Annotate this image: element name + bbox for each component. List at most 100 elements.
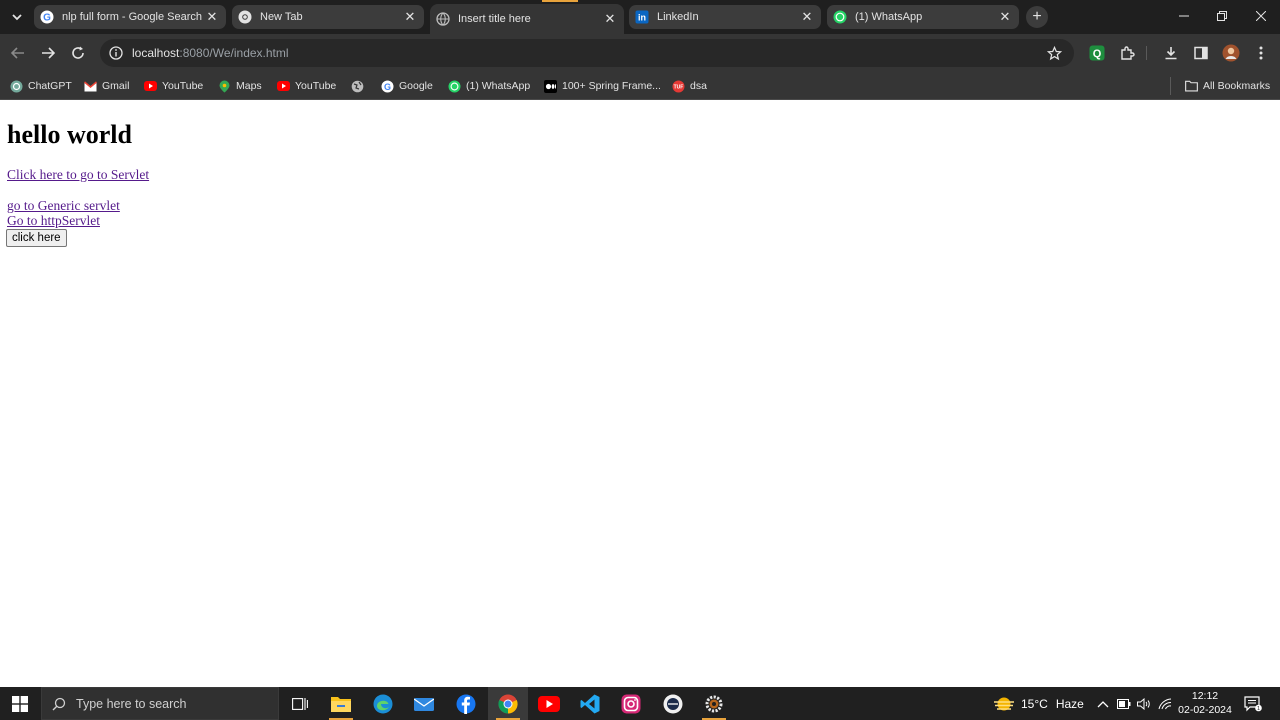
- close-icon[interactable]: ✕: [602, 11, 618, 27]
- url-text: localhost:8080/We/index.html: [132, 46, 289, 60]
- taskbar-chrome[interactable]: [488, 687, 528, 720]
- extensions-puzzle-icon[interactable]: [1117, 43, 1137, 63]
- weather-temp: 15°C: [1021, 696, 1048, 711]
- servlet-link[interactable]: Click here to go to Servlet: [7, 167, 149, 183]
- taskbar-facebook[interactable]: [446, 687, 486, 720]
- weather-widget[interactable]: 15°C Haze: [993, 687, 1084, 720]
- taskbar-mail[interactable]: [404, 687, 444, 720]
- site-info-icon[interactable]: [109, 46, 123, 60]
- facebook-icon: [456, 694, 476, 714]
- browser-toolbar: localhost:8080/We/index.html Q: [0, 34, 1280, 72]
- volume-control[interactable]: [1137, 687, 1151, 720]
- url-host: localhost: [132, 46, 180, 60]
- back-button[interactable]: [7, 42, 29, 64]
- close-icon[interactable]: ✕: [997, 9, 1013, 25]
- tab-insert-title[interactable]: Insert title here ✕: [430, 4, 624, 34]
- bookmark-globe[interactable]: [351, 77, 369, 95]
- tab-new-tab[interactable]: New Tab ✕: [232, 5, 424, 29]
- close-icon[interactable]: ✕: [204, 9, 220, 25]
- show-hidden-icons[interactable]: [1097, 687, 1109, 720]
- bookmark-spring[interactable]: 100+ Spring Frame...: [544, 77, 661, 95]
- svg-text:Q: Q: [1093, 48, 1102, 60]
- globe-icon: [351, 80, 364, 93]
- network-status[interactable]: [1158, 687, 1172, 720]
- menu-kebab-icon[interactable]: [1251, 43, 1271, 63]
- taskbar-instagram[interactable]: [611, 687, 651, 720]
- notification-icon: 1: [1244, 695, 1262, 712]
- profile-avatar[interactable]: [1221, 43, 1241, 63]
- minimize-button[interactable]: [1174, 6, 1194, 26]
- taskbar-vscode[interactable]: [570, 687, 610, 720]
- back-arrow-icon: [11, 47, 24, 59]
- youtube-icon: [538, 695, 560, 712]
- reload-button[interactable]: [67, 42, 89, 64]
- taskbar-file-explorer[interactable]: [321, 687, 361, 720]
- gfg-icon: TUF: [672, 80, 685, 93]
- taskbar-app-round[interactable]: [653, 687, 693, 720]
- google-icon: G: [381, 80, 394, 93]
- battery-status[interactable]: [1117, 687, 1131, 720]
- tab-linkedin[interactable]: in LinkedIn ✕: [629, 5, 821, 29]
- task-view-button[interactable]: [280, 687, 320, 720]
- taskbar-search[interactable]: Type here to search: [41, 687, 279, 720]
- bookmark-maps[interactable]: Maps: [218, 77, 262, 95]
- bookmark-youtube[interactable]: YouTube: [144, 77, 203, 95]
- bookmark-chatgpt[interactable]: ChatGPT: [10, 77, 72, 95]
- system-clock[interactable]: 12:12 02-02-2024: [1172, 689, 1238, 717]
- file-explorer-icon: [331, 696, 351, 712]
- tab-google-search[interactable]: G nlp full form - Google Search ✕: [34, 5, 226, 29]
- svg-text:1: 1: [1257, 706, 1260, 712]
- start-button[interactable]: [0, 687, 40, 720]
- tab-title: New Tab: [260, 11, 303, 23]
- maps-icon: [218, 80, 231, 93]
- instagram-icon: [621, 694, 641, 713]
- tab-title: LinkedIn: [657, 11, 699, 23]
- forward-arrow-icon: [42, 47, 55, 59]
- bookmark-star-icon[interactable]: [1046, 45, 1062, 61]
- side-panel-icon[interactable]: [1191, 43, 1211, 63]
- click-here-button[interactable]: click here: [6, 229, 67, 247]
- bookmark-gmail[interactable]: Gmail: [84, 77, 129, 95]
- bookmark-youtube-2[interactable]: YouTube: [277, 77, 336, 95]
- task-view-icon: [292, 697, 308, 710]
- chevron-up-icon: [1097, 700, 1109, 707]
- bookmark-label: ChatGPT: [28, 80, 72, 92]
- close-icon[interactable]: ✕: [402, 9, 418, 25]
- battery-icon: [1117, 698, 1131, 709]
- wifi-icon: [1158, 698, 1172, 709]
- generic-servlet-link[interactable]: go to Generic servlet: [7, 198, 120, 214]
- close-icon[interactable]: ✕: [799, 9, 815, 25]
- all-bookmarks[interactable]: All Bookmarks: [1185, 77, 1270, 95]
- medium-icon: [544, 79, 557, 93]
- address-bar[interactable]: localhost:8080/We/index.html: [100, 39, 1074, 67]
- chrome-icon: [238, 10, 252, 24]
- bookmark-whatsapp[interactable]: (1) WhatsApp: [448, 77, 530, 95]
- svg-text:G: G: [384, 82, 391, 92]
- reload-icon: [72, 46, 84, 59]
- downloads-icon[interactable]: [1161, 43, 1181, 63]
- tab-whatsapp[interactable]: (1) WhatsApp ✕: [827, 5, 1019, 29]
- forward-button[interactable]: [37, 42, 59, 64]
- page-heading: hello world: [7, 120, 132, 149]
- taskbar-edge[interactable]: [363, 687, 403, 720]
- bookmark-label: YouTube: [162, 80, 204, 92]
- active-tab-indicator: [542, 0, 578, 2]
- google-icon: G: [40, 10, 54, 24]
- search-icon: [51, 696, 67, 712]
- restore-button[interactable]: [1212, 6, 1232, 26]
- extension-q-icon[interactable]: Q: [1087, 43, 1107, 63]
- taskbar-settings-app[interactable]: [694, 687, 734, 720]
- new-tab-button[interactable]: +: [1026, 6, 1048, 28]
- url-path: :8080/We/index.html: [179, 46, 289, 60]
- mail-icon: [414, 697, 434, 711]
- speaker-icon: [1137, 697, 1150, 710]
- bookmark-dsa[interactable]: TUF dsa: [672, 77, 707, 95]
- tab-search-button[interactable]: [5, 5, 29, 29]
- http-servlet-link[interactable]: Go to httpServlet: [7, 213, 100, 229]
- close-window-button[interactable]: [1251, 6, 1271, 26]
- tab-title: Insert title here: [458, 13, 531, 25]
- taskbar-youtube[interactable]: [529, 687, 569, 720]
- windows-taskbar: Type here to search 15°C Haze 12:12 02-0…: [0, 687, 1280, 720]
- notifications-button[interactable]: 1: [1244, 687, 1262, 720]
- bookmark-google[interactable]: G Google: [381, 77, 433, 95]
